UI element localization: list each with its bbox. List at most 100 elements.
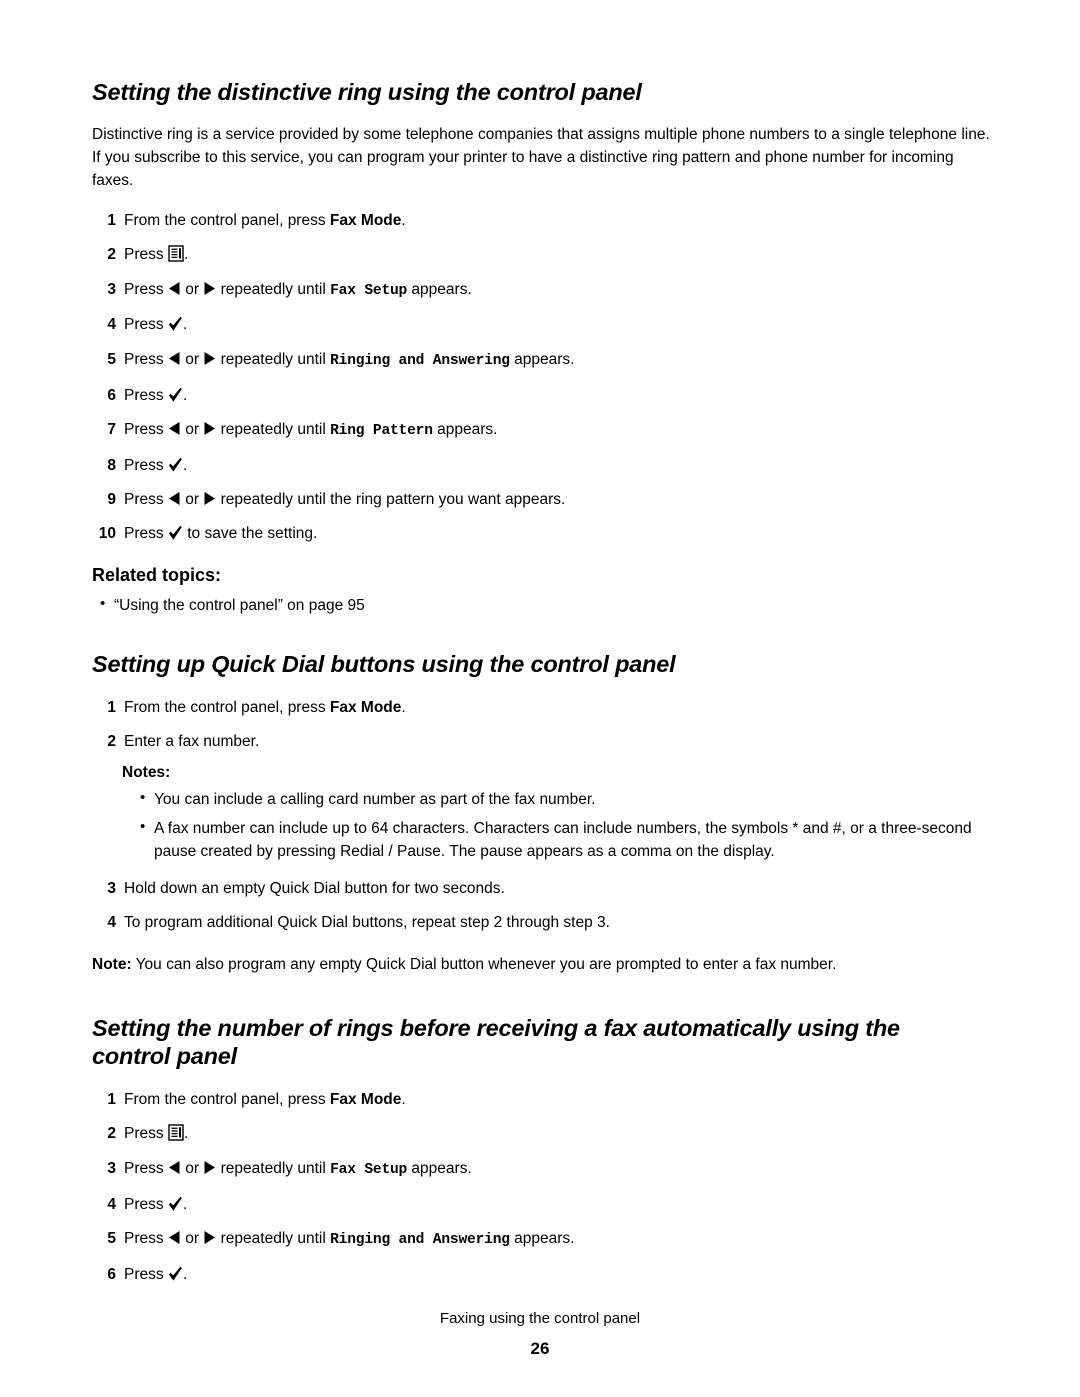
step-mono-text: Ring Pattern: [330, 422, 433, 439]
step-text-tail: appears.: [407, 1159, 472, 1177]
step-number: 5: [107, 350, 116, 368]
step-item: 9 Press or repeatedly until the ring patt…: [92, 488, 990, 511]
step-item: 1 From the control panel, press Fax Mode.: [92, 209, 990, 232]
step-mono-text: Ringing and Answering: [330, 1231, 510, 1248]
right-arrow-icon: [203, 281, 216, 296]
step-text-mid: or: [180, 420, 204, 438]
note-label: Note:: [92, 955, 132, 973]
check-icon: [168, 1266, 183, 1282]
section-intro-paragraph: Distinctive ring is a service provided b…: [92, 126, 990, 190]
steps-list-quick-dial-continued: 3 Hold down an empty Quick Dial button fo…: [92, 877, 990, 935]
step-item: 3 Press or repeatedly until Fax Setup app…: [92, 278, 990, 303]
step-text: Press: [124, 456, 168, 474]
step-text: Press: [124, 1125, 168, 1143]
step-number: 4: [107, 1195, 116, 1213]
step-text-tail: .: [401, 1091, 406, 1109]
step-text-tail: .: [182, 316, 188, 334]
step-text: Press: [124, 1265, 168, 1283]
step-number: 1: [107, 212, 116, 229]
steps-list-distinctive-ring: 1 From the control panel, press Fax Mode.…: [92, 209, 990, 545]
step-text-mid2: repeatedly until: [216, 1159, 331, 1177]
step-item: 7 Press or repeatedly until Ring Pattern …: [92, 418, 990, 443]
step-text: Press: [124, 316, 168, 334]
steps-list-number-of-rings: 1 From the control panel, press Fax Mode.…: [92, 1088, 990, 1286]
step-text: Enter a fax number.: [124, 733, 260, 751]
step-number: 1: [107, 698, 116, 716]
step-mono-text: Fax Setup: [330, 282, 408, 299]
check-icon: [168, 457, 183, 473]
notes-heading: Notes:: [122, 764, 171, 782]
step-item: 4 Press .: [92, 1193, 990, 1216]
step-item: 5 Press or repeatedly until Ringing and A…: [92, 1227, 990, 1252]
left-arrow-icon: [168, 351, 181, 366]
step-text-mid2: repeatedly until: [216, 1229, 331, 1247]
step-text-mid2: repeatedly until: [216, 420, 331, 438]
step-number: 10: [98, 525, 116, 543]
step-number: 4: [107, 914, 116, 932]
menu-icon: [168, 1124, 184, 1142]
step-emphasis: Fax Mode: [329, 1091, 402, 1109]
step-number: 1: [107, 1091, 116, 1109]
step-item: 3 Press or repeatedly until Fax Setup app…: [92, 1157, 990, 1182]
step-text: Press: [124, 490, 168, 508]
step-text-mid: or: [180, 1229, 204, 1247]
left-arrow-icon: [168, 1230, 181, 1245]
left-arrow-icon: [168, 1160, 181, 1175]
step-text-mid: or: [180, 350, 204, 368]
step-text-tail: appears.: [509, 1229, 575, 1247]
step-text-tail: .: [183, 246, 189, 264]
step-text-tail: .: [182, 1265, 188, 1283]
step-number: 3: [107, 880, 116, 898]
step-text: Press: [124, 1159, 168, 1177]
step-item: 4 To program additional Quick Dial button…: [92, 911, 990, 934]
note-body: You can also program any empty Quick Dia…: [131, 955, 837, 973]
list-item: You can include a calling card number as…: [92, 787, 990, 811]
document-page: Setting the distinctive ring using the c…: [0, 0, 1080, 1397]
step-number: 8: [107, 456, 116, 474]
left-arrow-icon: [168, 281, 181, 296]
step-text: Press: [124, 420, 168, 438]
step-item: 10 Press to save the setting.: [92, 522, 990, 545]
step-text-tail: .: [182, 386, 188, 404]
page-title: Setting the distinctive ring using the c…: [92, 79, 642, 105]
right-arrow-icon: [203, 1230, 216, 1245]
step-text-tail: .: [182, 1195, 188, 1213]
right-arrow-icon: [203, 351, 216, 366]
list-item: A fax number can include up to 64 charac…: [92, 816, 990, 864]
page-number: 26: [530, 1339, 550, 1358]
right-arrow-icon: [203, 1160, 216, 1175]
step-number: 2: [107, 1125, 116, 1143]
list-item[interactable]: “Using the control panel” on page 95: [92, 593, 990, 617]
step-number: 2: [107, 733, 116, 751]
step-text-mid2: repeatedly until the ring pattern you wa…: [216, 490, 566, 508]
step-text: From the control panel, press: [124, 1091, 330, 1109]
related-topics-list: “Using the control panel” on page 95: [92, 593, 990, 617]
step-text-mid2: repeatedly until: [216, 350, 331, 368]
page-footer: Faxing using the control panel 26: [0, 1310, 1080, 1359]
step-text: From the control panel, press: [124, 698, 330, 716]
check-icon: [168, 316, 183, 332]
step-emphasis: Fax Mode: [329, 212, 402, 229]
step-item: 6 Press .: [92, 1263, 990, 1286]
step-text-tail: appears.: [407, 280, 472, 298]
related-topic-link[interactable]: “Using the control panel” on page 95: [114, 597, 365, 614]
step-number: 3: [107, 280, 116, 298]
step-number: 2: [107, 246, 116, 264]
step-number: 5: [107, 1229, 116, 1247]
check-icon: [168, 1196, 183, 1212]
step-text: Press: [124, 1229, 168, 1247]
step-text: Press: [124, 350, 168, 368]
step-text: From the control panel, press: [124, 212, 330, 229]
step-number: 6: [107, 1265, 116, 1283]
menu-icon: [168, 245, 184, 262]
section-title-number-of-rings: Setting the number of rings before recei…: [92, 1014, 900, 1070]
check-icon: [168, 387, 183, 403]
step-number: 9: [107, 490, 116, 508]
step-mono-text: Ringing and Answering: [330, 352, 510, 369]
step-number: 3: [107, 1159, 116, 1177]
step-text: Hold down an empty Quick Dial button for…: [124, 880, 505, 898]
step-item: 8 Press .: [92, 454, 990, 477]
step-text: Press: [124, 525, 168, 543]
footer-chapter-title: Faxing using the control panel: [439, 1310, 641, 1327]
step-mono-text: Fax Setup: [330, 1161, 408, 1178]
